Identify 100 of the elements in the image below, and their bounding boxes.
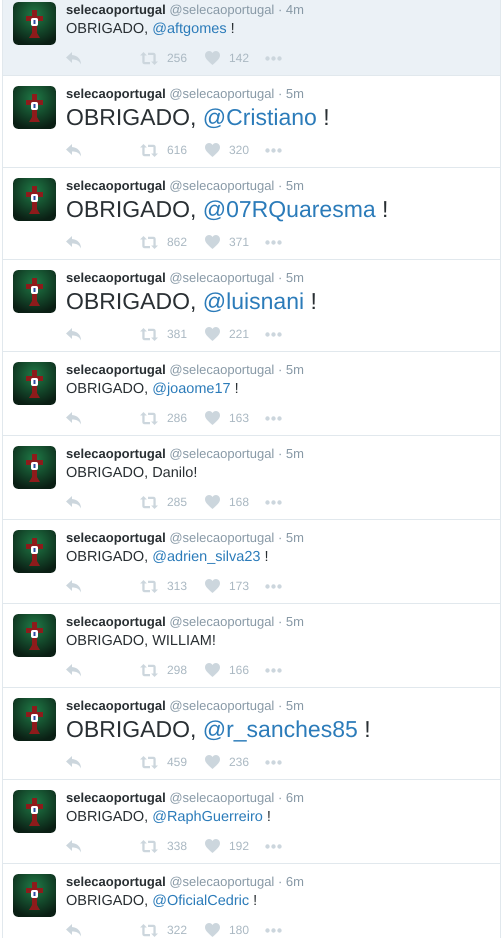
more-icon[interactable] <box>265 148 282 152</box>
avatar-icon <box>13 614 56 657</box>
tweet-text: OBRIGADO, @Cristiano ! <box>66 103 331 131</box>
retweet-icon[interactable] <box>140 664 158 676</box>
separator-dot: · <box>278 2 282 17</box>
retweet-icon[interactable] <box>140 840 158 852</box>
mention-link[interactable]: @luisnani <box>202 288 304 314</box>
separator-dot: · <box>278 874 282 889</box>
user-name[interactable]: selecaoportugal <box>66 86 166 101</box>
heart-icon[interactable] <box>205 839 220 853</box>
user-name[interactable]: selecaoportugal <box>66 178 166 193</box>
more-icon[interactable] <box>265 928 282 932</box>
more-icon[interactable] <box>265 760 282 764</box>
avatar-icon <box>13 362 56 405</box>
retweet-count: 313 <box>167 579 188 593</box>
user-name[interactable]: selecaoportugal <box>66 698 166 713</box>
retweet-count: 256 <box>167 51 188 65</box>
retweet-icon[interactable] <box>140 328 158 340</box>
mention-link[interactable]: @r_sanches85 <box>202 716 358 742</box>
tweet-text: OBRIGADO, @07RQuaresma ! <box>66 195 390 223</box>
user-handle: @selecaoportugal <box>169 530 274 545</box>
user-name[interactable]: selecaoportugal <box>66 446 166 461</box>
retweet-icon[interactable] <box>140 144 158 156</box>
heart-icon[interactable] <box>205 143 220 157</box>
reply-icon[interactable] <box>66 412 82 424</box>
retweet-icon[interactable] <box>140 496 158 508</box>
heart-icon[interactable] <box>205 495 220 509</box>
user-handle: @selecaoportugal <box>169 270 274 285</box>
like-count: 371 <box>229 235 250 249</box>
user-name[interactable]: selecaoportugal <box>66 270 166 285</box>
reply-icon[interactable] <box>66 924 82 936</box>
retweet-icon[interactable] <box>140 236 158 248</box>
reply-icon[interactable] <box>66 236 82 248</box>
more-icon[interactable] <box>265 844 282 848</box>
like-count: 142 <box>229 51 250 65</box>
avatar-icon <box>13 86 56 129</box>
heart-icon[interactable] <box>205 327 220 341</box>
like-count: 236 <box>229 755 250 769</box>
separator-dot: · <box>278 614 282 629</box>
user-name[interactable]: selecaoportugal <box>66 362 166 377</box>
heart-icon[interactable] <box>205 923 220 937</box>
tweet-text: OBRIGADO, @RaphGuerreiro ! <box>66 808 272 827</box>
mention-link[interactable]: @joaome17 <box>152 381 231 397</box>
retweet-icon[interactable] <box>140 580 158 592</box>
user-name[interactable]: selecaoportugal <box>66 530 166 545</box>
more-icon[interactable] <box>265 240 282 244</box>
like-count: 168 <box>229 495 250 509</box>
reply-icon[interactable] <box>66 664 82 676</box>
reply-icon[interactable] <box>66 756 82 768</box>
retweet-icon[interactable] <box>140 756 158 768</box>
retweet-count: 322 <box>167 923 188 937</box>
reply-icon[interactable] <box>66 496 82 508</box>
like-count: 166 <box>229 663 250 677</box>
avatar-icon <box>13 446 56 489</box>
like-count: 221 <box>229 327 250 341</box>
retweet-count: 616 <box>167 143 188 157</box>
more-icon[interactable] <box>265 416 282 420</box>
retweet-count: 298 <box>167 663 188 677</box>
heart-icon[interactable] <box>205 235 220 249</box>
heart-icon[interactable] <box>205 579 220 593</box>
like-count: 180 <box>229 923 250 937</box>
user-handle: @selecaoportugal <box>169 698 274 713</box>
more-icon[interactable] <box>265 56 282 60</box>
more-icon[interactable] <box>265 332 282 336</box>
reply-icon[interactable] <box>66 840 82 852</box>
reply-icon[interactable] <box>66 52 82 64</box>
mention-link[interactable]: @OficialCedric <box>152 893 250 909</box>
separator-dot: · <box>278 86 282 101</box>
user-name[interactable]: selecaoportugal <box>66 2 166 17</box>
user-handle: @selecaoportugal <box>169 362 274 377</box>
more-icon[interactable] <box>265 668 282 672</box>
tweet-row[interactable]: selecaoportugal @selecaoportugal · 4m OBRIGADO, @aftgomes ! 256 142 <box>3 0 500 75</box>
user-name[interactable]: selecaoportugal <box>66 790 166 805</box>
user-handle: @selecaoportugal <box>169 178 274 193</box>
user-name[interactable]: selecaoportugal <box>66 874 166 889</box>
more-icon[interactable] <box>265 500 282 504</box>
mention-link[interactable]: @Cristiano <box>202 104 317 130</box>
user-name[interactable]: selecaoportugal <box>66 614 166 629</box>
retweet-icon[interactable] <box>140 412 158 424</box>
mention-link[interactable]: @aftgomes <box>152 21 227 37</box>
retweet-icon[interactable] <box>140 924 158 936</box>
mention-link[interactable]: @07RQuaresma <box>202 196 376 222</box>
reply-icon[interactable] <box>66 328 82 340</box>
separator-dot: · <box>278 446 282 461</box>
user-handle: @selecaoportugal <box>169 790 274 805</box>
avatar-icon <box>13 530 56 573</box>
retweet-icon[interactable] <box>140 52 158 64</box>
mention-link[interactable]: @adrien_silva23 <box>152 549 260 565</box>
reply-icon[interactable] <box>66 144 82 156</box>
like-count: 192 <box>229 839 250 853</box>
heart-icon[interactable] <box>205 411 220 425</box>
retweet-count: 285 <box>167 495 188 509</box>
heart-icon[interactable] <box>205 51 220 65</box>
reply-icon[interactable] <box>66 580 82 592</box>
more-icon[interactable] <box>265 584 282 588</box>
like-count: 320 <box>229 143 250 157</box>
heart-icon[interactable] <box>205 755 220 769</box>
mention-link[interactable]: @RaphGuerreiro <box>152 809 263 825</box>
heart-icon[interactable] <box>205 663 220 677</box>
user-handle: @selecaoportugal <box>169 614 274 629</box>
